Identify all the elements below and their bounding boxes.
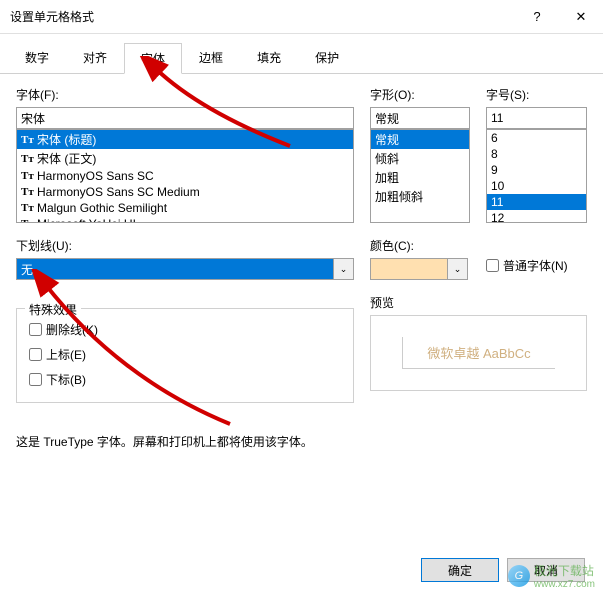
preview-label: 预览 (370, 294, 587, 311)
tab-bar: 数字对齐字体边框填充保护 (0, 34, 603, 74)
style-input[interactable] (370, 107, 470, 129)
size-input[interactable] (486, 107, 587, 129)
list-item[interactable]: Tᴛ宋体 (标题) (17, 130, 353, 149)
title-bar: 设置单元格格式 ? ✕ (0, 0, 603, 34)
tab-边框[interactable]: 边框 (182, 42, 240, 73)
size-listbox[interactable]: 689101112 (486, 129, 587, 223)
tab-保护[interactable]: 保护 (298, 42, 356, 73)
list-item[interactable]: TᴛMicrosoft YaHei UI (17, 216, 353, 223)
color-label: 颜色(C): (370, 237, 470, 254)
style-label: 字形(O): (370, 86, 470, 103)
strikethrough-checkbox[interactable]: 删除线(K) (29, 317, 341, 342)
list-item[interactable]: TᴛMalgun Gothic Semilight (17, 200, 353, 216)
effects-legend: 特殊效果 (25, 301, 81, 318)
watermark-url: www.xz7.com (534, 579, 595, 590)
tab-对齐[interactable]: 对齐 (66, 42, 124, 73)
help-button[interactable]: ? (515, 2, 559, 32)
list-item[interactable]: 加粗 (371, 168, 469, 187)
font-label: 字体(F): (16, 86, 354, 103)
list-item[interactable]: 倾斜 (371, 149, 469, 168)
tab-填充[interactable]: 填充 (240, 42, 298, 73)
list-item[interactable]: 11 (487, 194, 586, 210)
list-item[interactable]: TᴛHarmonyOS Sans SC Medium (17, 184, 353, 200)
underline-value: 无 (16, 258, 334, 280)
list-item[interactable]: 常规 (371, 130, 469, 149)
ok-button[interactable]: 确定 (421, 558, 499, 582)
tab-字体[interactable]: 字体 (124, 43, 182, 74)
truetype-icon: Tᴛ (21, 186, 35, 198)
font-listbox[interactable]: Tᴛ宋体 (标题)Tᴛ宋体 (正文)TᴛHarmonyOS Sans SCTᴛH… (16, 129, 354, 223)
truetype-icon: Tᴛ (21, 153, 35, 165)
list-item[interactable]: 8 (487, 146, 586, 162)
color-swatch (370, 258, 448, 280)
watermark-text: 极光下载站 (534, 562, 595, 579)
style-listbox[interactable]: 常规倾斜加粗加粗倾斜 (370, 129, 470, 223)
truetype-icon: Tᴛ (21, 134, 35, 146)
watermark-icon: G (508, 565, 530, 587)
font-input[interactable] (16, 107, 354, 129)
preview-box: 微软卓越 AaBbCc (370, 315, 587, 391)
underline-dropdown[interactable]: 无 ⌄ (16, 258, 354, 280)
subscript-checkbox[interactable]: 下标(B) (29, 367, 341, 392)
watermark: G 极光下载站 www.xz7.com (508, 562, 595, 590)
list-item[interactable]: 加粗倾斜 (371, 187, 469, 206)
list-item[interactable]: 9 (487, 162, 586, 178)
preview-sample: 微软卓越 AaBbCc (402, 337, 554, 369)
size-label: 字号(S): (486, 86, 587, 103)
truetype-icon: Tᴛ (21, 202, 35, 214)
superscript-checkbox[interactable]: 上标(E) (29, 342, 341, 367)
window-title: 设置单元格格式 (10, 8, 515, 25)
list-item[interactable]: 12 (487, 210, 586, 223)
close-button[interactable]: ✕ (559, 2, 603, 32)
truetype-note: 这是 TrueType 字体。屏幕和打印机上都将使用该字体。 (16, 433, 587, 450)
underline-label: 下划线(U): (16, 237, 354, 254)
truetype-icon: Tᴛ (21, 218, 35, 223)
list-item[interactable]: Tᴛ宋体 (正文) (17, 149, 353, 168)
list-item[interactable]: 10 (487, 178, 586, 194)
chevron-down-icon[interactable]: ⌄ (334, 258, 354, 280)
tab-数字[interactable]: 数字 (8, 42, 66, 73)
list-item[interactable]: 6 (487, 130, 586, 146)
truetype-icon: Tᴛ (21, 170, 35, 182)
chevron-down-icon[interactable]: ⌄ (448, 258, 468, 280)
window-buttons: ? ✕ (515, 2, 603, 32)
effects-fieldset: 特殊效果 删除线(K) 上标(E) 下标(B) (16, 308, 354, 403)
normal-font-checkbox[interactable]: 普通字体(N) (486, 253, 568, 278)
color-dropdown[interactable]: ⌄ (370, 258, 470, 280)
list-item[interactable]: TᴛHarmonyOS Sans SC (17, 168, 353, 184)
